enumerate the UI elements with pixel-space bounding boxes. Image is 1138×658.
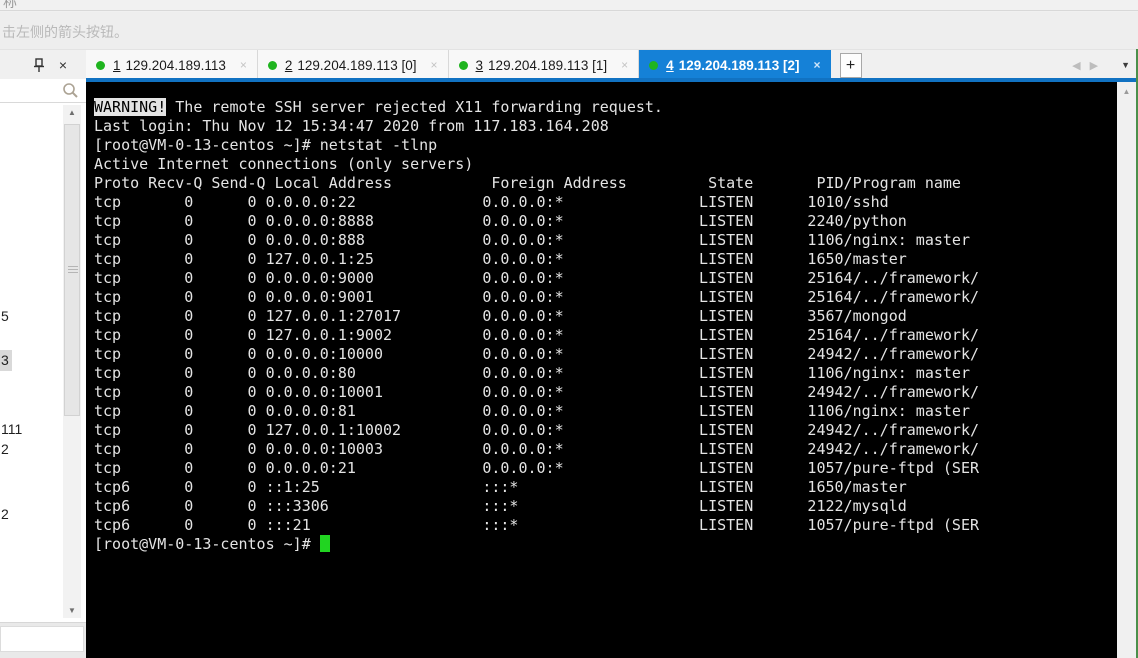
terminal-cursor — [320, 535, 330, 552]
new-tab-button[interactable]: + — [840, 53, 862, 78]
session-list-scrollbar[interactable]: ▲ ▼ — [63, 105, 81, 618]
tab-close-icon[interactable]: × — [621, 58, 628, 72]
session-list-item[interactable]: 111 — [1, 421, 22, 437]
terminal-line: Last login: Thu Nov 12 15:34:47 2020 fro… — [94, 117, 1117, 136]
terminal-line: tcp 0 0 0.0.0.0:21 0.0.0.0:* LISTEN 1057… — [94, 459, 1117, 478]
terminal-line: tcp 0 0 0.0.0.0:10001 0.0.0.0:* LISTEN 2… — [94, 383, 1117, 402]
terminal-output[interactable]: WARNING! The remote SSH server rejected … — [86, 82, 1117, 658]
tab-close-icon[interactable]: × — [240, 58, 247, 72]
terminal-line: tcp 0 0 0.0.0.0:9000 0.0.0.0:* LISTEN 25… — [94, 269, 1117, 288]
terminal-scrollbar[interactable]: ▲ — [1117, 82, 1136, 658]
terminal-line: tcp6 0 0 :::3306 :::* LISTEN 2122/mysqld — [94, 497, 1117, 516]
pin-icon[interactable] — [31, 57, 47, 73]
terminal-line: tcp 0 0 0.0.0.0:22 0.0.0.0:* LISTEN 1010… — [94, 193, 1117, 212]
xshell-window: 称 击左侧的箭头按钮。 × 1 129.204.189.113 × 2 129.204.… — [0, 0, 1138, 658]
tab-label: 129.204.189.113 [2] — [679, 58, 800, 73]
search-input[interactable] — [2, 81, 56, 100]
tab-scroll-left-icon[interactable]: ◀ — [1072, 59, 1080, 72]
warning-badge: WARNING! — [94, 98, 166, 116]
tab-session-1[interactable]: 1 129.204.189.113 × — [86, 50, 258, 80]
session-list-item[interactable]: 2 — [1, 506, 9, 522]
tab-number: 1 — [113, 58, 121, 73]
sidebar-bottom-bar — [0, 622, 86, 658]
connected-dot-icon — [649, 61, 658, 70]
tab-close-icon[interactable]: × — [814, 58, 821, 72]
tab-list-dropdown-icon[interactable]: ▼ — [1121, 60, 1130, 70]
close-pane-icon[interactable]: × — [54, 55, 72, 75]
scrollbar-thumb[interactable] — [64, 124, 80, 416]
tab-nav-controls: ◀ ▶ ▼ — [1072, 50, 1130, 80]
tab-bar: × 1 129.204.189.113 × 2 129.204.189.113 [0] ×… — [0, 49, 1138, 79]
terminal-scroll-up-icon[interactable]: ▲ — [1117, 84, 1136, 99]
session-list-item[interactable]: 3 — [0, 350, 12, 371]
terminal-line: tcp6 0 0 ::1:25 :::* LISTEN 1650/master — [94, 478, 1117, 497]
tab-close-icon[interactable]: × — [431, 58, 438, 72]
terminal-line: tcp 0 0 127.0.0.1:10002 0.0.0.0:* LISTEN… — [94, 421, 1117, 440]
scroll-down-icon[interactable]: ▼ — [63, 603, 81, 618]
terminal-line: Proto Recv-Q Send-Q Local Address Foreig… — [94, 174, 1117, 193]
terminal-line: tcp 0 0 127.0.0.1:25 0.0.0.0:* LISTEN 16… — [94, 250, 1117, 269]
terminal-line: WARNING! The remote SSH server rejected … — [94, 98, 1117, 117]
terminal-line: tcp6 0 0 :::21 :::* LISTEN 1057/pure-ftp… — [94, 516, 1117, 535]
connected-dot-icon — [268, 61, 277, 70]
tab-label: 129.204.189.113 — [126, 58, 226, 73]
tab-number: 4 — [666, 58, 674, 73]
session-tabs: 1129.204.189.113×2129.204.189.113 [0]×31… — [86, 50, 862, 80]
terminal-line: tcp 0 0 127.0.0.1:9002 0.0.0.0:* LISTEN … — [94, 326, 1117, 345]
thumb-grip-icon — [68, 266, 78, 267]
terminal-line: [root@VM-0-13-centos ~]# netstat -tlnp — [94, 136, 1117, 155]
help-strip: 击左侧的箭头按钮。 — [0, 12, 1138, 49]
terminal-line: tcp 0 0 127.0.0.1:27017 0.0.0.0:* LISTEN… — [94, 307, 1117, 326]
terminal-line: tcp 0 0 0.0.0.0:9001 0.0.0.0:* LISTEN 25… — [94, 288, 1117, 307]
terminal-line: tcp 0 0 0.0.0.0:8888 0.0.0.0:* LISTEN 22… — [94, 212, 1117, 231]
tab-session-2[interactable]: 2 129.204.189.113 [0] × — [258, 50, 449, 80]
terminal-line: tcp 0 0 0.0.0.0:80 0.0.0.0:* LISTEN 1106… — [94, 364, 1117, 383]
session-list[interactable]: ▲ ▼ 5 3 111 2 2 — [0, 103, 86, 622]
window-top-strip: 称 — [0, 0, 1138, 11]
tab-number: 2 — [285, 58, 293, 73]
session-list-item[interactable]: 2 — [1, 441, 9, 457]
terminal-line: tcp 0 0 0.0.0.0:81 0.0.0.0:* LISTEN 1106… — [94, 402, 1117, 421]
session-list-item[interactable]: 5 — [1, 308, 9, 324]
search-icon[interactable] — [62, 82, 79, 104]
help-text: 击左侧的箭头按钮。 — [2, 22, 128, 42]
terminal-line: [root@VM-0-13-centos ~]# — [94, 535, 1117, 554]
tab-session-3[interactable]: 3 129.204.189.113 [1] × — [449, 50, 640, 80]
tab-session-4[interactable]: 4 129.204.189.113 [2] × — [639, 50, 830, 80]
sidebar-bottom-box[interactable] — [0, 626, 84, 652]
connected-dot-icon — [459, 61, 468, 70]
tab-number: 3 — [476, 58, 484, 73]
terminal-line: Active Internet connections (only server… — [94, 155, 1117, 174]
session-search-box — [0, 79, 86, 103]
sidebar-pane-header: × — [0, 50, 86, 80]
tab-label: 129.204.189.113 [0] — [297, 58, 416, 73]
terminal-line: tcp 0 0 0.0.0.0:10000 0.0.0.0:* LISTEN 2… — [94, 345, 1117, 364]
scroll-up-icon[interactable]: ▲ — [63, 105, 81, 120]
tab-label: 129.204.189.113 [1] — [488, 58, 607, 73]
terminal-line: tcp 0 0 0.0.0.0:888 0.0.0.0:* LISTEN 110… — [94, 231, 1117, 250]
connected-dot-icon — [96, 61, 105, 70]
clipped-label: 称 — [3, 0, 17, 11]
terminal-line: tcp 0 0 0.0.0.0:10003 0.0.0.0:* LISTEN 2… — [94, 440, 1117, 459]
tab-scroll-right-icon[interactable]: ▶ — [1090, 59, 1098, 72]
